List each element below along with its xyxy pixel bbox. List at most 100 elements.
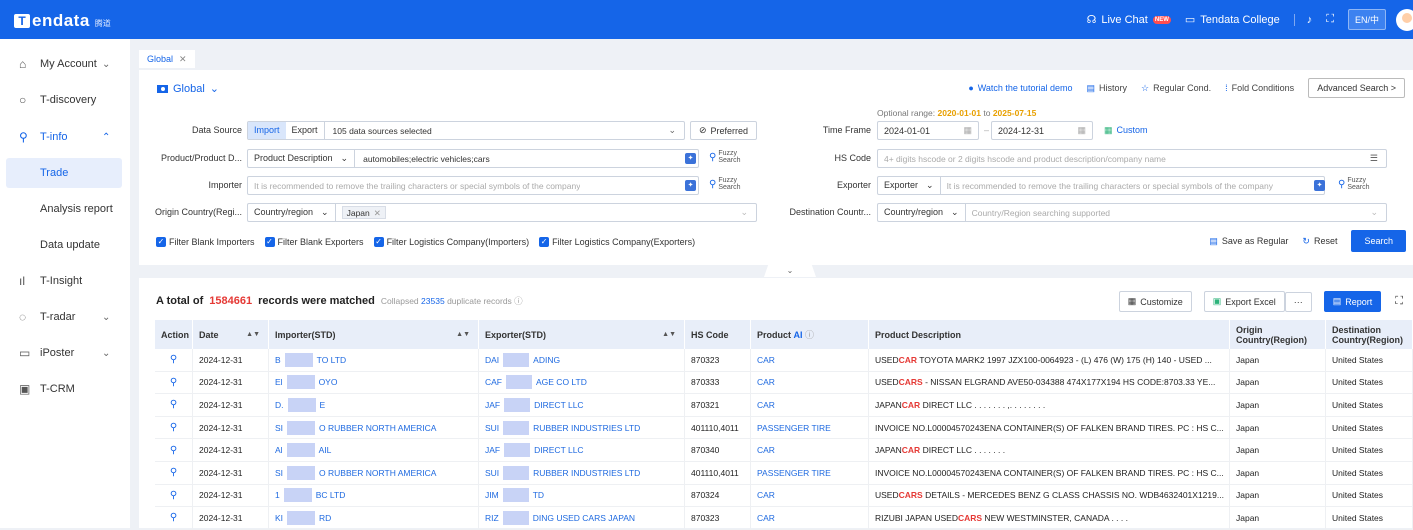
table-row[interactable]: ⚲ 2024-12-31 SI O RUBBER NORTH AMERICA SUI RU… — [155, 416, 1413, 440]
filter-blank-importers-checkbox[interactable]: ✓ Filter Blank Importers — [156, 237, 255, 247]
cell-importer[interactable]: B TO LTD — [269, 349, 479, 371]
sidebar-item-analysis-report[interactable]: Analysis report — [6, 194, 122, 224]
hs-code-input[interactable]: 4+ digits hscode or 2 digits hscode and … — [877, 149, 1387, 168]
destination-input[interactable]: Country/Region searching supported — [966, 208, 1110, 218]
table-row[interactable]: ⚲ 2024-12-31 B TO LTD DAI ADING 870323 CAR USED … — [155, 349, 1413, 372]
origin-tag[interactable]: Japan ✕ — [341, 206, 386, 219]
search-button[interactable]: Search — [1351, 230, 1406, 252]
cell-importer[interactable]: El OYO — [269, 371, 479, 394]
cell-exporter[interactable]: JIM TD — [479, 484, 685, 507]
expand-icon[interactable]: ⛶ — [1395, 295, 1403, 308]
view-detail-icon[interactable]: ⚲ — [155, 416, 193, 439]
close-icon[interactable]: ✕ — [179, 50, 187, 68]
cell-product[interactable]: CAR — [751, 439, 869, 461]
tab-global[interactable]: Global ✕ — [139, 50, 195, 68]
export-toggle[interactable]: Export — [286, 122, 325, 139]
filter-blank-exporters-checkbox[interactable]: ✓ Filter Blank Exporters — [264, 237, 364, 247]
collapse-toggle[interactable]: ⌄ — [764, 265, 816, 277]
col-importer[interactable]: Importer(STD) ▲▼ — [269, 320, 479, 349]
cell-importer[interactable]: KI RD — [269, 507, 479, 529]
sidebar-item-t-insight[interactable]: ıl T-Insight — [0, 266, 130, 296]
fuzzy-search-toggle[interactable]: ⚲ Fuzzy Search — [1338, 177, 1370, 191]
fullscreen-icon[interactable]: ⛶ — [1326, 13, 1334, 26]
cell-exporter[interactable]: CAF AGE CO LTD — [479, 371, 685, 394]
ai-icon[interactable]: ✦ — [1314, 180, 1325, 191]
save-regular-button[interactable]: ▤ Save as Regular — [1209, 236, 1288, 247]
table-row[interactable]: ⚲ 2024-12-31 El OYO CAF AGE CO LTD 870333 CAR US… — [155, 371, 1413, 395]
sidebar-item-t-info[interactable]: ⚲ T-info ⌃ — [0, 122, 130, 152]
sources-select[interactable]: 105 data sources selected — [325, 126, 432, 136]
view-detail-icon[interactable]: ⚲ — [155, 371, 193, 394]
cell-importer[interactable]: SI O RUBBER NORTH AMERICA — [269, 461, 479, 484]
live-chat-button[interactable]: ☊ Live Chat NEW — [1087, 13, 1171, 26]
import-toggle[interactable]: Import — [248, 122, 286, 139]
college-link[interactable]: ▭ Tendata College — [1185, 13, 1280, 27]
importer-input[interactable]: It is recommended to remove the trailing… — [247, 176, 699, 195]
region-select[interactable]: Global ⌄ — [157, 82, 219, 95]
language-switch[interactable]: EN/中 — [1347, 9, 1386, 30]
sidebar-item-t-discovery[interactable]: ○ T-discovery — [0, 85, 130, 115]
view-detail-icon[interactable]: ⚲ — [155, 484, 193, 507]
reset-button[interactable]: ↻ Reset — [1302, 236, 1337, 247]
filter-logistics-exporters-checkbox[interactable]: ✓ Filter Logistics Company(Exporters) — [539, 237, 695, 247]
cell-importer[interactable]: D. E — [269, 394, 479, 416]
table-row[interactable]: ⚲ 2024-12-31 SI O RUBBER NORTH AMERICA SUI RU… — [155, 461, 1413, 485]
cell-importer[interactable]: 1 BC LTD — [269, 484, 479, 507]
exporter-type-select[interactable]: Exporter ⌄ — [878, 177, 941, 194]
custom-date-button[interactable]: ▦ Custom — [1104, 125, 1148, 136]
fuzzy-search-toggle[interactable]: ⚲ Fuzzy Search — [709, 177, 741, 191]
sidebar-item-t-radar[interactable]: ◌ T-radar ⌄ — [0, 302, 130, 332]
filter-logistics-importers-checkbox[interactable]: ✓ Filter Logistics Company(Importers) — [373, 237, 529, 247]
ai-icon[interactable]: ✦ — [685, 153, 696, 164]
cell-exporter[interactable]: JAF DIRECT LLC — [479, 439, 685, 461]
cell-product[interactable]: CAR — [751, 394, 869, 416]
sidebar-item-iposter[interactable]: ▭ iPoster ⌄ — [0, 338, 130, 368]
ai-icon[interactable]: ✦ — [685, 180, 696, 191]
logo[interactable]: T endata 腾道 — [14, 11, 111, 31]
date-to-input[interactable]: 2024-12-31 ▦ — [991, 121, 1093, 140]
sidebar-item-data-update[interactable]: Data update — [6, 230, 122, 260]
close-icon[interactable]: ✕ — [374, 207, 381, 218]
view-detail-icon[interactable]: ⚲ — [155, 461, 193, 484]
view-detail-icon[interactable]: ⚲ — [155, 394, 193, 416]
tutorial-link[interactable]: ● Watch the tutorial demo — [968, 83, 1072, 93]
view-detail-icon[interactable]: ⚲ — [155, 439, 193, 461]
list-icon[interactable]: ☰ — [1370, 153, 1378, 164]
history-button[interactable]: ▤ History — [1086, 83, 1127, 94]
table-row[interactable]: ⚲ 2024-12-31 KI RD RIZ DING USED CARS JAPAN 87… — [155, 507, 1413, 530]
col-date[interactable]: Date ▲▼ — [193, 320, 269, 349]
col-exporter[interactable]: Exporter(STD) ▲▼ — [479, 320, 685, 349]
table-row[interactable]: ⚲ 2024-12-31 D. E JAF DIRECT LLC 870321 CAR JAPA… — [155, 394, 1413, 417]
cell-exporter[interactable]: DAI ADING — [479, 349, 685, 371]
view-detail-icon[interactable]: ⚲ — [155, 507, 193, 529]
table-row[interactable]: ⚲ 2024-12-31 Al AIL JAF DIRECT LLC 870340 CAR JA… — [155, 439, 1413, 462]
exporter-input[interactable]: It is recommended to remove the trailing… — [941, 181, 1273, 191]
table-row[interactable]: ⚲ 2024-12-31 1 BC LTD JIM TD 870324 CAR USED CAR… — [155, 484, 1413, 508]
cell-product[interactable]: PASSENGER TIRE — [751, 461, 869, 484]
cell-product[interactable]: CAR — [751, 349, 869, 371]
product-type-select[interactable]: Product Description ⌄ — [248, 150, 356, 167]
advanced-search-button[interactable]: Advanced Search > — [1308, 78, 1405, 98]
cell-exporter[interactable]: SUI RUBBER INDUSTRIES LTD — [479, 416, 685, 439]
cell-importer[interactable]: SI O RUBBER NORTH AMERICA — [269, 416, 479, 439]
cell-exporter[interactable]: JAF DIRECT LLC — [479, 394, 685, 416]
notification-icon[interactable]: ♪ — [1307, 14, 1313, 26]
product-input[interactable]: automobiles;electric vehicles;cars — [355, 154, 490, 164]
sidebar-item-trade[interactable]: Trade — [6, 158, 122, 188]
cell-product[interactable]: PASSENGER TIRE — [751, 416, 869, 439]
sidebar-item-my-account[interactable]: ⌂ My Account ⌄ — [0, 49, 130, 79]
avatar[interactable] — [1396, 8, 1413, 31]
destination-type-select[interactable]: Country/region ⌄ — [878, 204, 966, 221]
cell-product[interactable]: CAR — [751, 371, 869, 394]
cell-importer[interactable]: Al AIL — [269, 439, 479, 461]
preferred-button[interactable]: ⊘ Preferred — [690, 121, 758, 140]
sidebar-item-t-crm[interactable]: ▣ T-CRM — [0, 374, 130, 404]
cell-product[interactable]: CAR — [751, 507, 869, 529]
regular-cond-button[interactable]: ☆ Regular Cond. — [1141, 83, 1211, 94]
customize-button[interactable]: ▦ Customize — [1118, 291, 1192, 312]
report-button[interactable]: ▤ Report — [1323, 291, 1382, 312]
export-excel-button[interactable]: ▣ Export Excel — [1203, 291, 1285, 312]
fuzzy-search-toggle[interactable]: ⚲ Fuzzy Search — [709, 150, 741, 164]
cell-exporter[interactable]: SUI RUBBER INDUSTRIES LTD — [479, 461, 685, 484]
cell-product[interactable]: CAR — [751, 484, 869, 507]
